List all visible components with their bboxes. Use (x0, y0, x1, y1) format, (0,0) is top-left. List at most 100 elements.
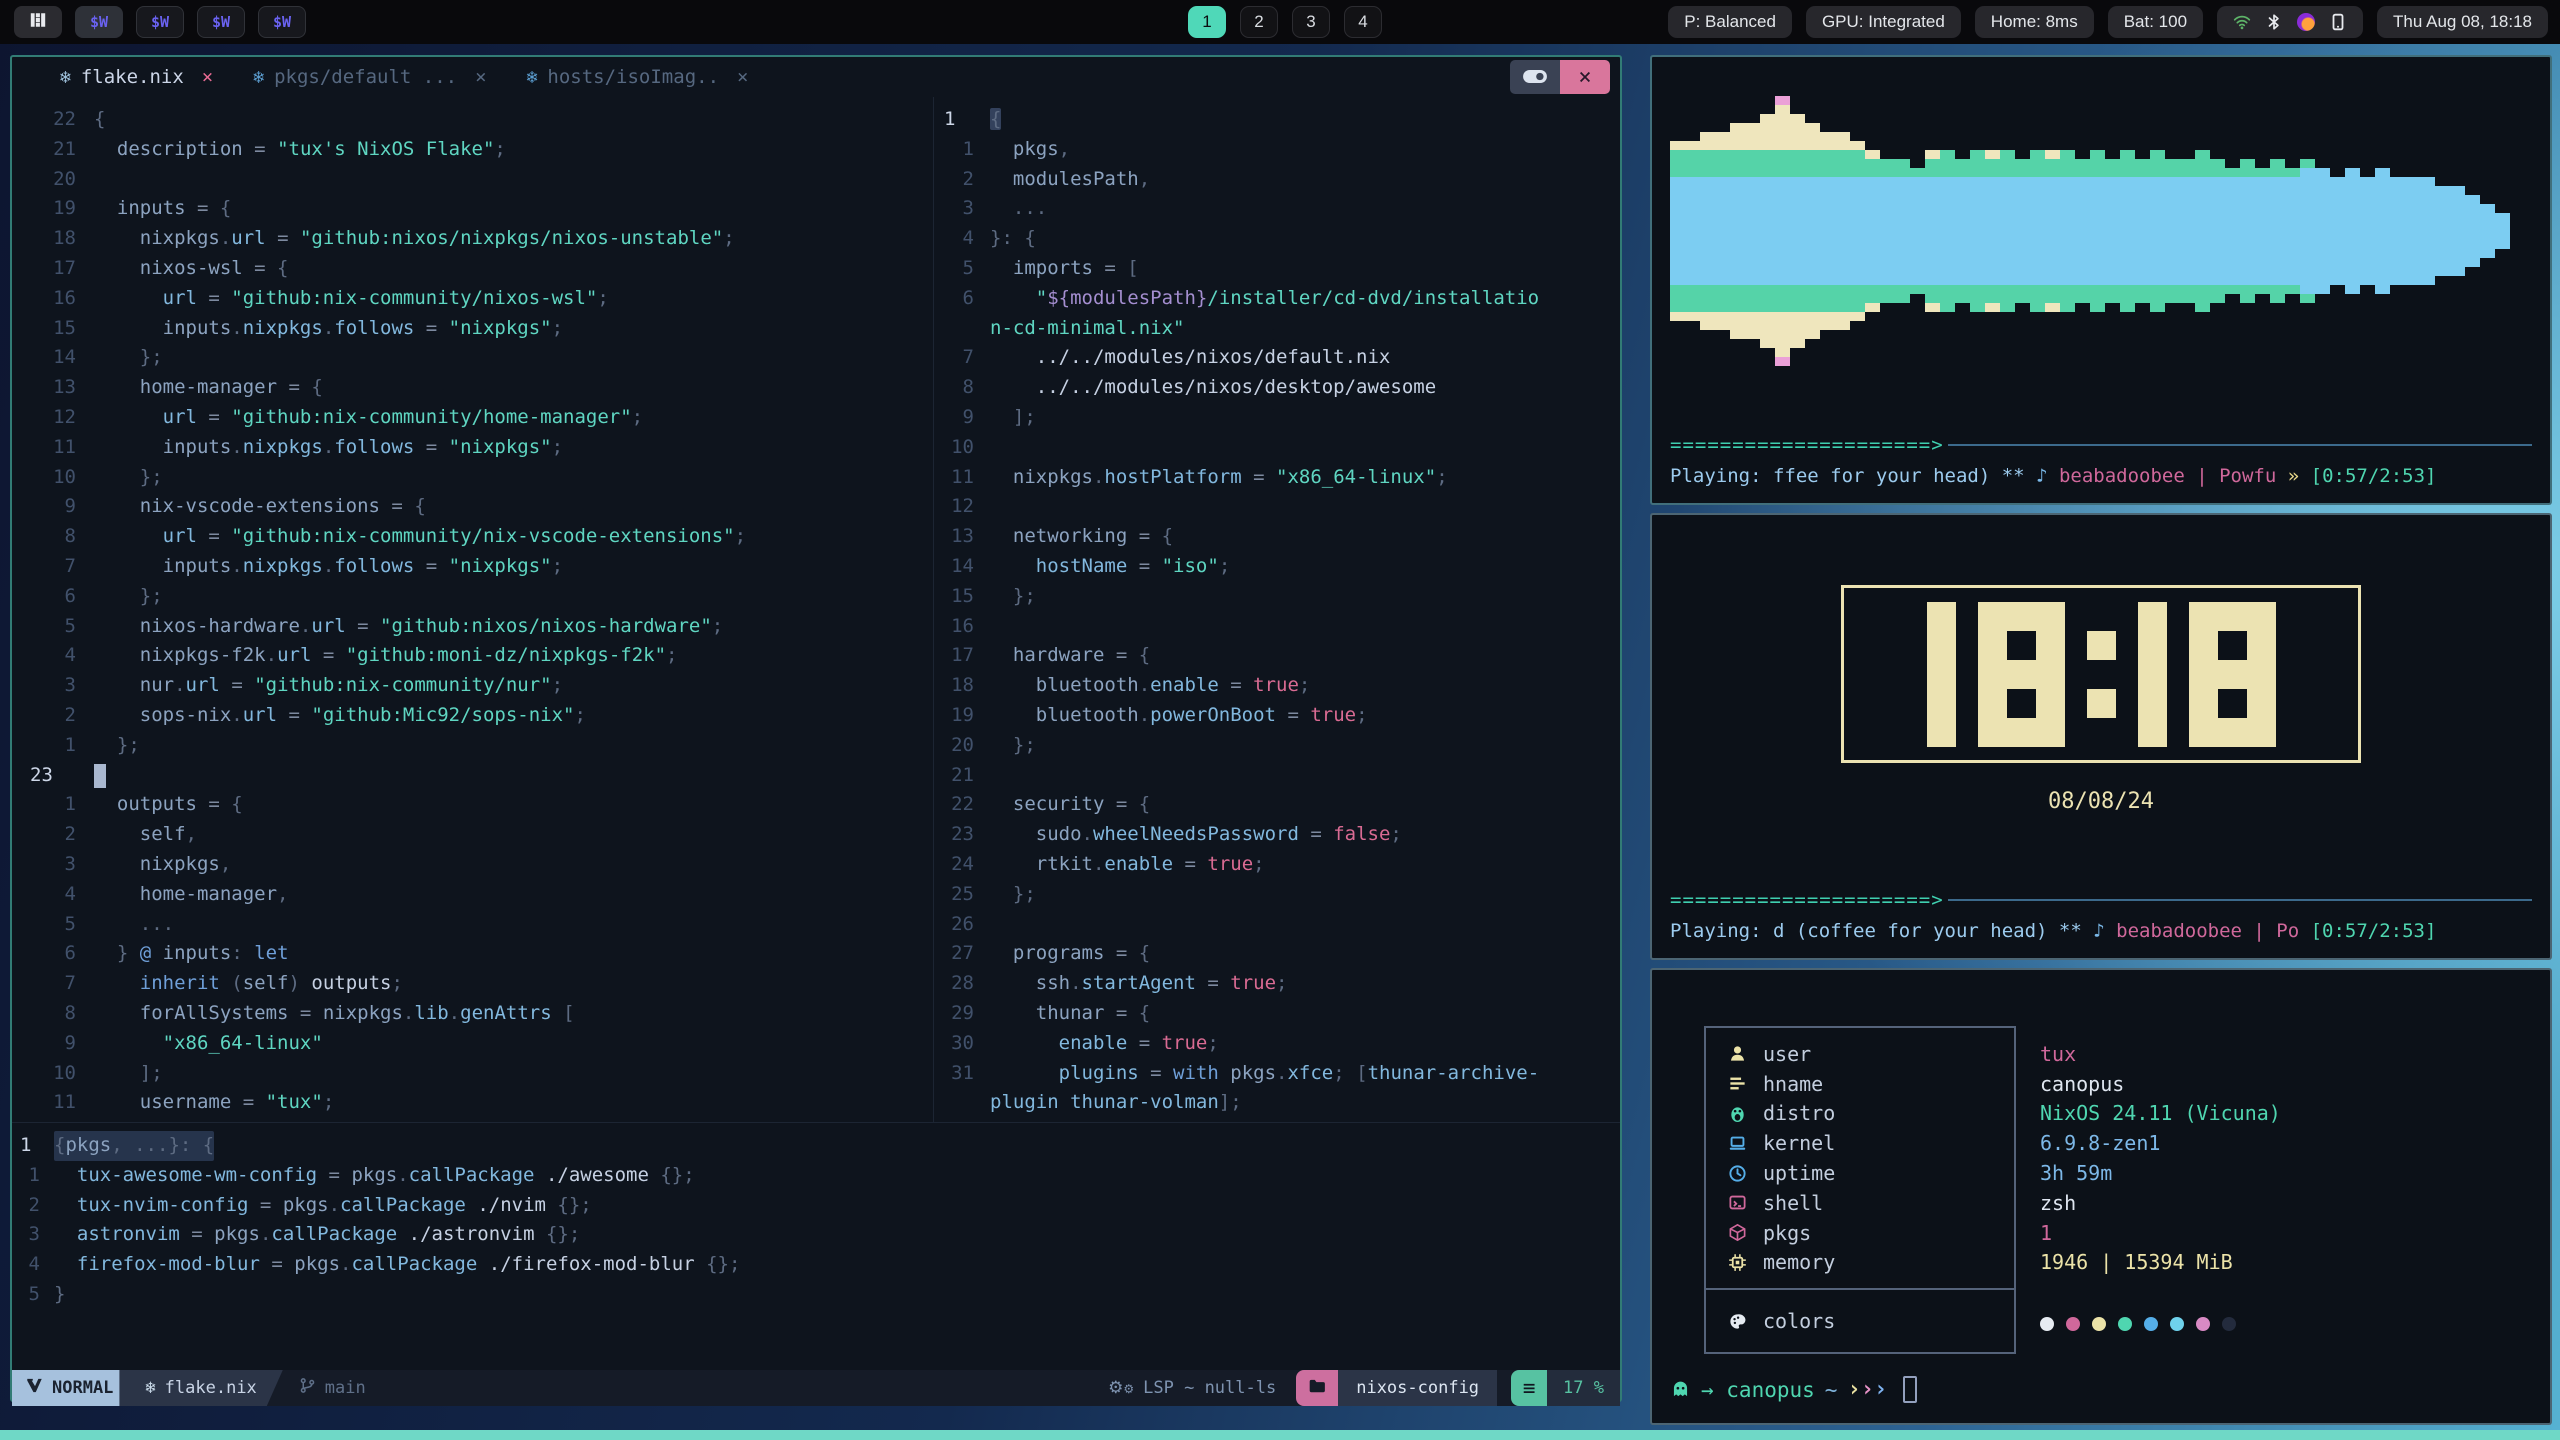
window-close-button[interactable]: × (1560, 60, 1610, 94)
fetch-label: kernel (1763, 1131, 1835, 1155)
fetch-value: 1946 | 15394 MiB (2040, 1248, 2281, 1278)
line-number: 11 (12, 1088, 94, 1118)
tag-button[interactable]: 4 (1344, 6, 1382, 38)
visualizer-bar (1985, 150, 2000, 312)
code-text (94, 761, 106, 791)
tag-button[interactable]: 2 (1240, 6, 1278, 38)
editor-tab[interactable]: ❄flake.nix× (40, 66, 233, 88)
code-line: 2 self, (12, 820, 933, 850)
nix-icon: ❄ (527, 67, 538, 88)
workspace-button[interactable]: $W (75, 6, 123, 38)
visualizer-bar (1685, 141, 1700, 321)
code-line: 20 }; (934, 731, 1620, 761)
code-text: }; (990, 731, 1036, 761)
code-pane-iso[interactable]: 1{1 pkgs,2 modulesPath,3 ...4}: {5 impor… (934, 97, 1620, 1122)
code-pane-flake[interactable]: 22{21 description = "tux's NixOS Flake";… (12, 97, 934, 1122)
network-icon[interactable] (2233, 13, 2251, 31)
clock-digit (1978, 602, 2065, 747)
shell-prompt[interactable]: → canopus ~ ››› (1670, 1376, 2532, 1403)
tag-button[interactable]: 1 (1188, 6, 1226, 38)
track-time: [0:57/2:53] (2311, 465, 2437, 487)
color-dot (2170, 1317, 2184, 1331)
tab-close-icon[interactable]: × (202, 66, 213, 88)
visualizer-bar (2165, 159, 2180, 303)
fetch-label: hname (1763, 1072, 1823, 1096)
code-text: inputs.nixpkgs.follows = "nixpkgs"; (94, 314, 563, 344)
visualizer-bar (1955, 159, 1970, 303)
grid-icon (29, 11, 47, 34)
code-text: bluetooth.powerOnBoot = true; (990, 701, 1368, 731)
fetch-window[interactable]: userhnamedistrokerneluptimeshellpkgsmemo… (1650, 968, 2552, 1425)
tab-close-icon[interactable]: × (475, 66, 486, 88)
prompt-path: ~ (1825, 1378, 1838, 1402)
fetch-label: shell (1763, 1191, 1823, 1215)
visualizer-bar (1715, 132, 1730, 330)
editor-tab[interactable]: ❄ hosts/isoImag.. × (507, 66, 769, 88)
code-line: 1 pkgs, (934, 135, 1620, 165)
git-branch: main (283, 1370, 366, 1406)
workspace-button[interactable]: $W (197, 6, 245, 38)
line-number: 31 (934, 1059, 990, 1089)
code-line: 8 url = "github:nix-community/nix-vscode… (12, 522, 933, 552)
fetch-row: hname (1728, 1069, 2014, 1099)
statusline: NORMAL ❄ flake.nix main ⚙⚙ LSP ~ null-ls… (12, 1370, 1620, 1406)
clock-window[interactable]: 08/08/24 =====================> Playing:… (1650, 513, 2552, 960)
line-number: 8 (12, 522, 94, 552)
visualizer-bar (1850, 141, 1865, 321)
code-text: tux-nvim-config = pkgs.callPackage ./nvi… (54, 1191, 592, 1221)
toggle-button[interactable] (1510, 60, 1560, 94)
cursor-block (94, 764, 106, 788)
tag-button[interactable]: 3 (1292, 6, 1330, 38)
line-number: 2 (934, 165, 990, 195)
fetch-value: 3h 59m (2040, 1158, 2281, 1188)
track-time: [0:57/2:53] (2311, 920, 2437, 942)
package-icon (1728, 1223, 1747, 1242)
folder-chip (1296, 1370, 1338, 1406)
visualizer-bar (2000, 150, 2015, 312)
buffer-chip: ≡ (1511, 1370, 1547, 1406)
code-line: 1 outputs = { (12, 790, 933, 820)
visualizer-bar (2345, 168, 2360, 294)
code-text: "x86_64-linux" (94, 1029, 323, 1059)
code-line: 4 nixpkgs-f2k.url = "github:moni-dz/nixp… (12, 641, 933, 671)
clock-digit (2087, 602, 2116, 747)
fetch-value: canopus (2040, 1069, 2281, 1099)
line-number: 27 (934, 939, 990, 969)
code-line: 5 nixos-hardware.url = "github:nixos/nix… (12, 612, 933, 642)
mode-segment: NORMAL (12, 1370, 135, 1406)
separator-text: =====================> (1670, 434, 1944, 456)
launcher-button[interactable] (14, 6, 62, 38)
chevron-icon: › (1874, 1377, 1887, 1402)
code-line: 8 ../../modules/nixos/desktop/awesome (934, 373, 1620, 403)
separator-line (1948, 899, 2532, 901)
code-text: nixos-wsl = { (94, 254, 289, 284)
visualizer-window[interactable]: =====================> Playing: ffee for… (1650, 55, 2552, 505)
tab-label: hosts/isoImag.. (547, 66, 719, 88)
top-bar: $W$W$W$W 1234 P: BalancedGPU: Integrated… (0, 0, 2560, 44)
code-line: 14 }; (12, 343, 933, 373)
phone-icon[interactable] (2329, 13, 2347, 31)
chevron-icon: › (1861, 1377, 1874, 1402)
code-line: 9 nix-vscode-extensions = { (12, 492, 933, 522)
tab-label: pkgs/default ... (274, 66, 457, 88)
line-number: 21 (12, 135, 94, 165)
playing-prefix: Playing: (1670, 920, 1773, 942)
code-text: } @ inputs: let (94, 939, 289, 969)
code-pane-pkgs[interactable]: 1{pkgs, ...}: {1 tux-awesome-wm-config =… (12, 1122, 1620, 1370)
code-line: 19 inputs = { (12, 194, 933, 224)
bluetooth-icon[interactable] (2265, 13, 2283, 31)
workspace-button[interactable]: $W (258, 6, 306, 38)
fetch-label: distro (1763, 1101, 1835, 1125)
code-line: 3 nur.url = "github:nix-community/nur"; (12, 671, 933, 701)
tab-close-icon[interactable]: × (737, 66, 748, 88)
code-line: 5} (12, 1280, 1620, 1310)
editor-tab[interactable]: ❄pkgs/default ...× (233, 66, 506, 88)
line-number: 13 (934, 522, 990, 552)
workspace-button[interactable]: $W (136, 6, 184, 38)
scroll-label: 17 % (1563, 1378, 1604, 1398)
visualizer-bar (2030, 150, 2045, 312)
media-icon[interactable] (2297, 13, 2315, 31)
visualizer-bar (2285, 168, 2300, 294)
code-text: ssh.startAgent = true; (990, 969, 1287, 999)
editor-window[interactable]: ❄flake.nix×❄pkgs/default ...×❄hosts/isoI… (10, 55, 1622, 1402)
